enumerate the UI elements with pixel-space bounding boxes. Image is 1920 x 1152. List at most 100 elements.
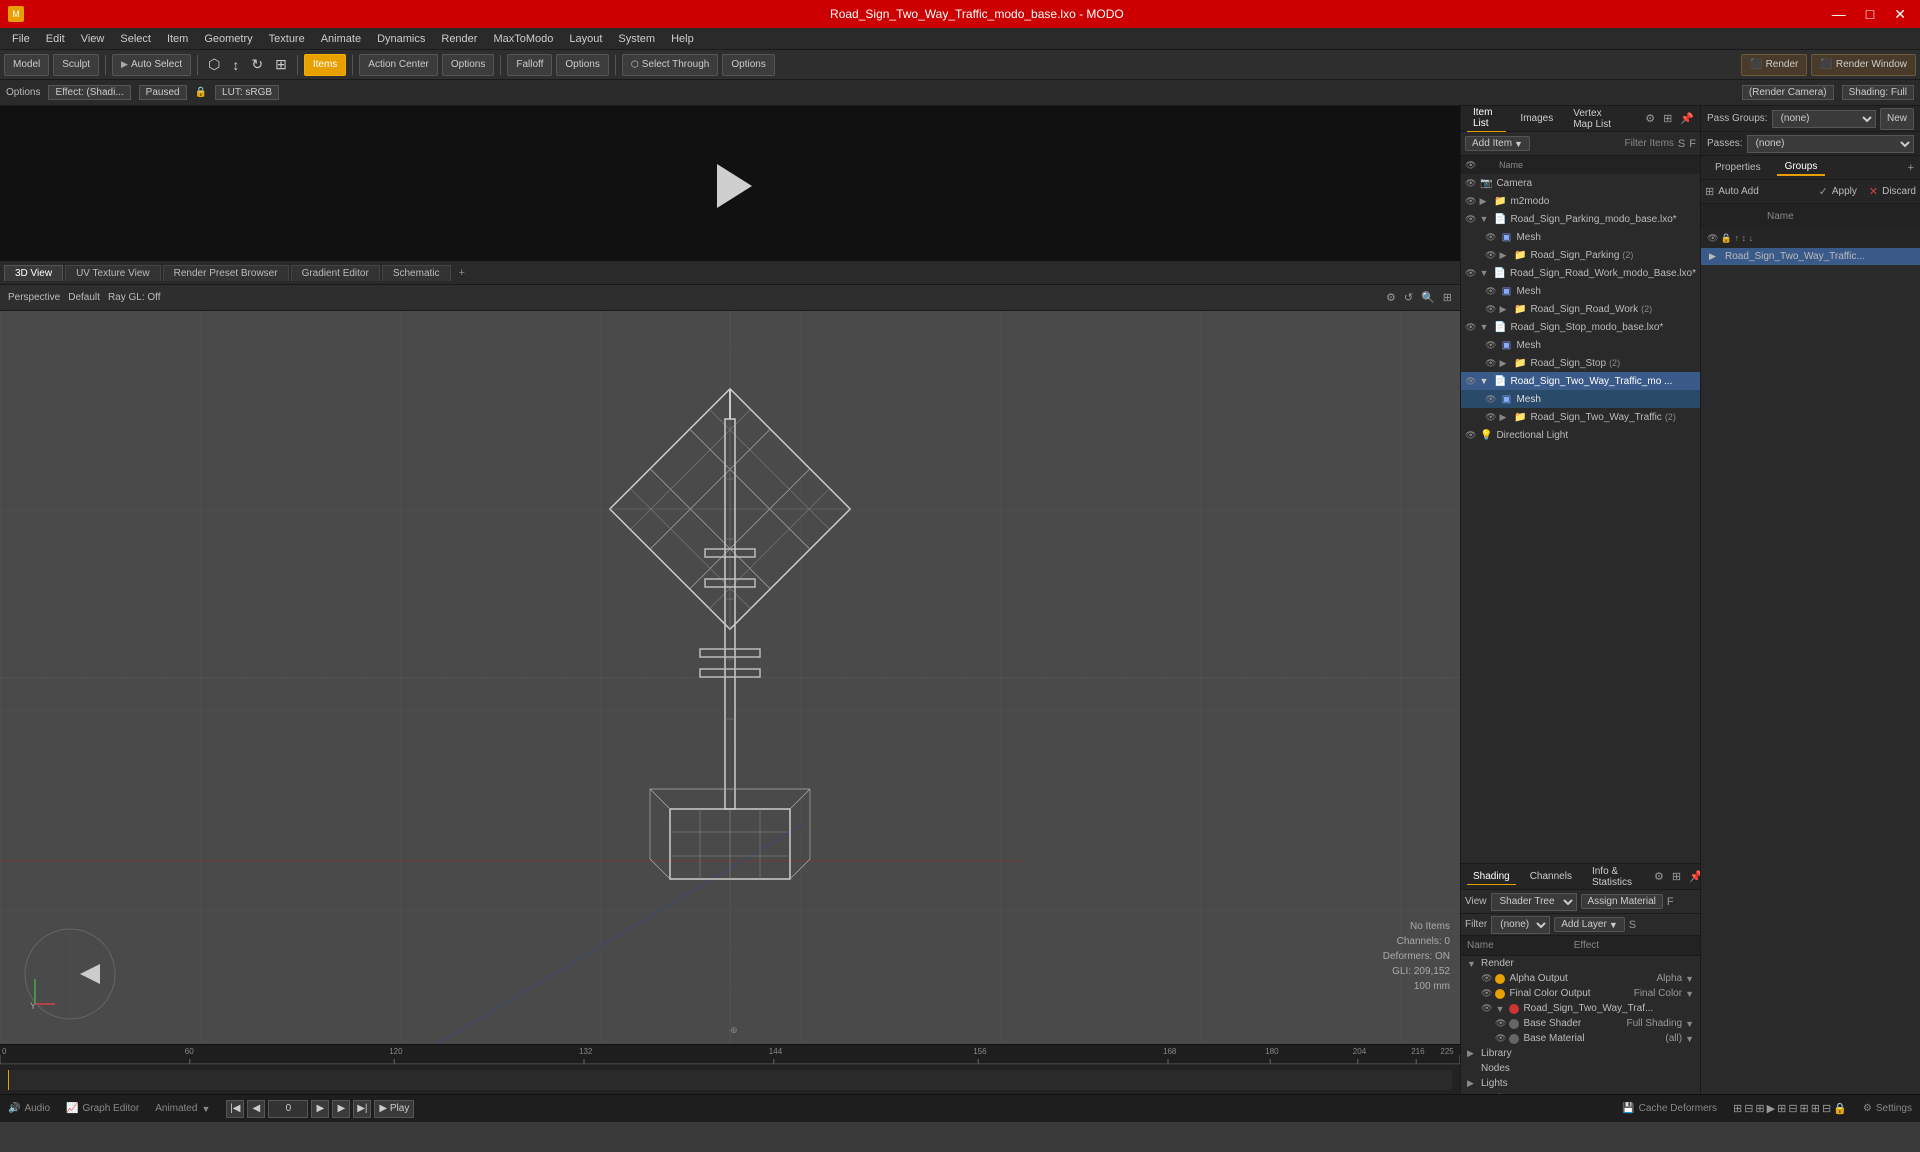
- list-item[interactable]: 👁 📷 Camera: [1461, 174, 1700, 192]
- expand-icon[interactable]: ▼: [1479, 322, 1493, 332]
- visibility-icon[interactable]: 👁: [1481, 1003, 1492, 1014]
- list-item[interactable]: 👁 ▣ Mesh: [1461, 282, 1700, 300]
- passes-dropdown[interactable]: (none): [1747, 135, 1914, 153]
- vp-settings-icon[interactable]: ⚙: [1386, 291, 1396, 304]
- item-list-pin-icon[interactable]: 📌: [1680, 112, 1694, 125]
- vp-expand-icon[interactable]: ⊞: [1443, 291, 1452, 304]
- expand-icon[interactable]: ▶: [1467, 1078, 1481, 1089]
- visibility-icon[interactable]: 👁: [1465, 178, 1476, 189]
- raygl-label[interactable]: Ray GL: Off: [108, 292, 161, 303]
- play-btn[interactable]: ▶: [311, 1100, 329, 1118]
- expand-icon[interactable]: ▶: [1499, 358, 1513, 369]
- menu-dynamics[interactable]: Dynamics: [369, 31, 433, 47]
- add-layer-btn[interactable]: Add Layer ▼: [1554, 917, 1625, 932]
- frame-input[interactable]: [268, 1100, 308, 1118]
- shader-item[interactable]: 👁 Alpha Output Alpha ▼: [1461, 971, 1700, 986]
- visibility-icon[interactable]: 👁: [1485, 232, 1496, 243]
- shader-arrow-icon[interactable]: ▼: [1685, 1034, 1694, 1044]
- visibility-icon[interactable]: 👁: [1465, 322, 1476, 333]
- list-item[interactable]: 👁 ▶ 📁 Road_Sign_Road_Work (2): [1461, 300, 1700, 318]
- visibility-icon[interactable]: 👁: [1485, 304, 1496, 315]
- options-btn-2[interactable]: Options: [556, 54, 608, 76]
- list-item[interactable]: 👁 ▣ Mesh: [1461, 228, 1700, 246]
- transport-icon-10[interactable]: 🔒: [1833, 1102, 1847, 1115]
- transform-btn-2[interactable]: ↕: [228, 55, 243, 75]
- list-item[interactable]: 👁 ▼ 📄 Road_Sign_Two_Way_Traffic_mo ...: [1461, 372, 1700, 390]
- shader-item[interactable]: 👁 Base Shader Full Shading ▼: [1461, 1016, 1700, 1031]
- expand-icon[interactable]: ▶: [1709, 251, 1725, 262]
- select-through-btn[interactable]: ⬡ Select Through: [622, 54, 719, 76]
- expand-icon[interactable]: ▼: [1467, 959, 1481, 969]
- expand-icon[interactable]: ▼: [1479, 268, 1493, 278]
- falloff-btn[interactable]: Falloff: [507, 54, 552, 76]
- visibility-icon[interactable]: 👁: [1485, 358, 1496, 369]
- list-item[interactable]: 👁 ▶ 📁 Road_Sign_Two_Way_Traffic (2): [1461, 408, 1700, 426]
- list-item[interactable]: 👁 ▣ Mesh: [1461, 390, 1700, 408]
- info-stats-tab[interactable]: Info & Statistics: [1586, 864, 1638, 890]
- transform-btn-1[interactable]: ⬡: [204, 54, 224, 75]
- vertex-map-tab[interactable]: Vertex Map List: [1567, 106, 1629, 132]
- loop-btn[interactable]: ▶ Play: [374, 1100, 414, 1118]
- discard-icon[interactable]: ✕: [1869, 185, 1878, 198]
- shading-settings-icon[interactable]: ⚙: [1654, 870, 1664, 883]
- images-tab[interactable]: Images: [1514, 111, 1559, 126]
- tab-add-btn[interactable]: +: [453, 265, 471, 281]
- vp-zoom-icon[interactable]: ↺: [1404, 291, 1413, 304]
- shading-tab[interactable]: Shading: [1467, 869, 1516, 885]
- timeline-bar-svg[interactable]: [8, 1070, 1452, 1090]
- paused-btn[interactable]: Paused: [139, 85, 187, 100]
- vp-search-icon[interactable]: 🔍: [1421, 291, 1435, 304]
- layer-flag-icon[interactable]: S: [1629, 919, 1636, 931]
- transport-icon-8[interactable]: ⊞: [1811, 1102, 1820, 1115]
- shader-arrow-icon[interactable]: ▼: [1685, 974, 1694, 984]
- menu-geometry[interactable]: Geometry: [196, 31, 260, 47]
- visibility-icon[interactable]: 👁: [1485, 286, 1496, 297]
- audio-item[interactable]: 🔊 Audio: [8, 1103, 50, 1114]
- tab-gradient-editor[interactable]: Gradient Editor: [291, 265, 380, 281]
- transform-btn-3[interactable]: ↻: [247, 54, 267, 75]
- list-item[interactable]: 👁 ▶ 📁 Road_Sign_Stop (2): [1461, 354, 1700, 372]
- shading-full-btn[interactable]: Shading: Full: [1842, 85, 1914, 100]
- groups-content[interactable]: 👁 🔒 ↑ ↕ ↓ ▶ Road_Sign_Two_Way_Traffic...: [1701, 228, 1920, 1094]
- visibility-icon[interactable]: 👁: [1495, 1033, 1506, 1044]
- menu-edit[interactable]: Edit: [38, 31, 73, 47]
- filter-flag-icon[interactable]: S: [1678, 138, 1685, 150]
- expand-icon[interactable]: ▶: [1467, 1093, 1481, 1094]
- shader-item[interactable]: ▶ Library: [1461, 1046, 1700, 1061]
- expand-icon[interactable]: ▶: [1499, 250, 1513, 261]
- expand-icon[interactable]: ▶: [1499, 304, 1513, 315]
- shader-item[interactable]: ▶ Lights: [1461, 1076, 1700, 1091]
- add-item-btn[interactable]: Add Item ▼: [1465, 136, 1530, 151]
- render-camera-btn[interactable]: (Render Camera): [1742, 85, 1834, 100]
- menu-render[interactable]: Render: [433, 31, 485, 47]
- list-item[interactable]: 👁 ▶ 📁 m2modo: [1461, 192, 1700, 210]
- filter-dropdown[interactable]: (none): [1491, 916, 1550, 934]
- animated-item[interactable]: Animated ▼: [155, 1103, 210, 1114]
- visibility-icon[interactable]: 👁: [1495, 1018, 1506, 1029]
- options-btn-1[interactable]: Options: [442, 54, 494, 76]
- item-list-tab[interactable]: Item List: [1467, 105, 1506, 132]
- transport-icon-2[interactable]: ⊟: [1744, 1102, 1753, 1115]
- menu-view[interactable]: View: [73, 31, 113, 47]
- maximize-btn[interactable]: □: [1860, 4, 1880, 25]
- action-center-btn[interactable]: Action Center: [359, 54, 438, 76]
- graph-editor-item[interactable]: 📈 Graph Editor: [66, 1103, 139, 1114]
- list-item[interactable]: 👁 ▣ Mesh: [1461, 336, 1700, 354]
- transport-icon-5[interactable]: ⊞: [1777, 1102, 1786, 1115]
- visibility-icon[interactable]: 👁: [1465, 268, 1476, 279]
- perspective-label[interactable]: Perspective: [8, 292, 60, 303]
- settings-item[interactable]: ⚙ Settings: [1863, 1103, 1912, 1114]
- menu-item[interactable]: Item: [159, 31, 196, 47]
- shader-item[interactable]: 👁 ▼ Road_Sign_Two_Way_Traf...: [1461, 1001, 1700, 1016]
- shader-item[interactable]: 👁 Base Material (all) ▼: [1461, 1031, 1700, 1046]
- menu-help[interactable]: Help: [663, 31, 702, 47]
- list-item[interactable]: 👁 💡 Directional Light: [1461, 426, 1700, 444]
- visibility-icon[interactable]: 👁: [1481, 988, 1492, 999]
- new-btn[interactable]: New: [1880, 108, 1914, 130]
- tab-render-preset[interactable]: Render Preset Browser: [163, 265, 289, 281]
- menu-texture[interactable]: Texture: [261, 31, 313, 47]
- visibility-icon[interactable]: 👁: [1485, 394, 1496, 405]
- shader-item[interactable]: Nodes: [1461, 1061, 1700, 1076]
- list-item[interactable]: 👁 ▼ 📄 Road_Sign_Stop_modo_base.lxo*: [1461, 318, 1700, 336]
- expand-icon[interactable]: ▶: [1499, 412, 1513, 423]
